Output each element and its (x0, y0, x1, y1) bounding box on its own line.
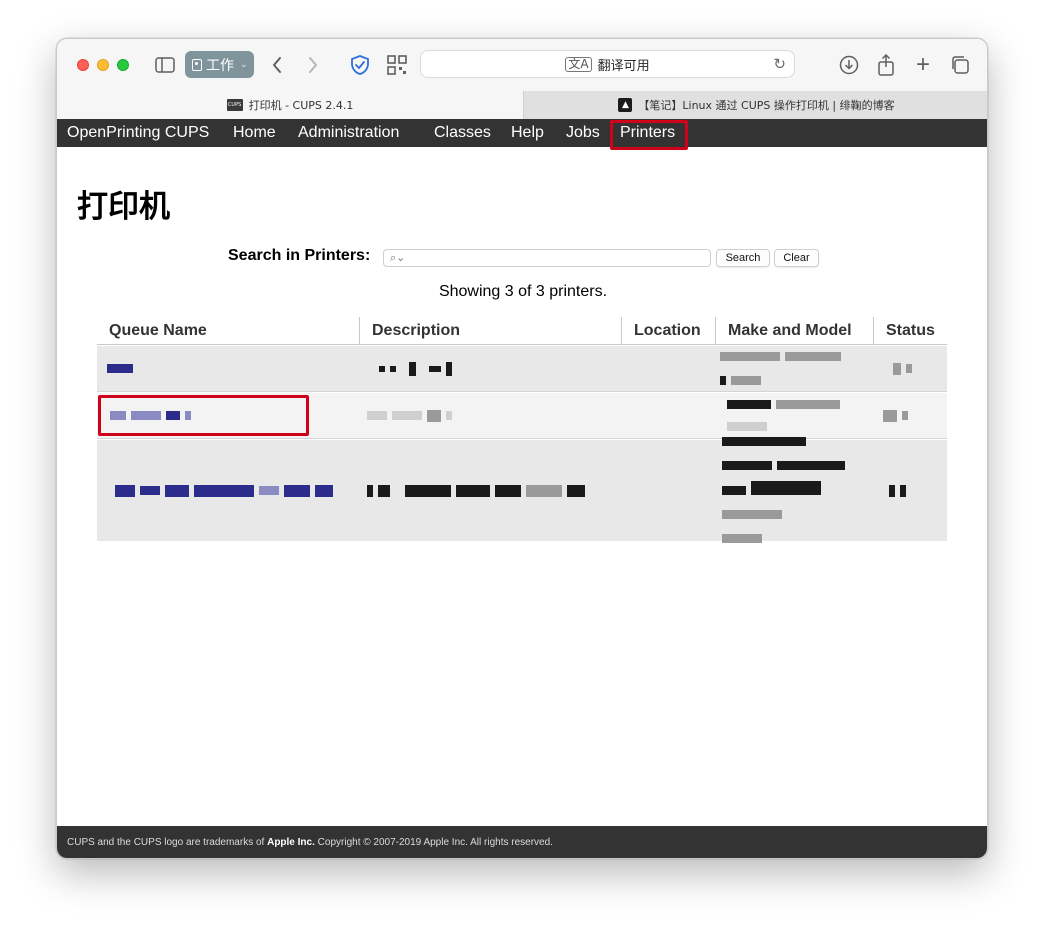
tab-cups-printers[interactable]: CUPS 打印机 - CUPS 2.4.1 (57, 91, 523, 119)
search-label: Search in Printers: (228, 247, 371, 264)
close-window-button[interactable] (77, 59, 89, 71)
column-status[interactable]: Status (874, 317, 947, 345)
back-icon[interactable] (265, 53, 289, 77)
shield-icon[interactable] (348, 53, 372, 77)
cups-nav-bar: OpenPrinting CUPS Home Administration Cl… (57, 119, 987, 147)
column-description[interactable]: Description (360, 317, 622, 345)
profile-icon (192, 58, 202, 71)
search-button[interactable]: Search (716, 249, 770, 267)
footer-prefix: CUPS and the CUPS logo are trademarks of (67, 837, 268, 848)
forward-icon[interactable] (301, 53, 325, 77)
nav-home[interactable]: Home (233, 119, 276, 147)
description-cell (367, 440, 590, 541)
tab-blog-note[interactable]: ▲ 【笔记】Linux 通过 CUPS 操作打印机 | 绯鞠的博客 (523, 91, 987, 119)
column-make-and-model[interactable]: Make and Model (716, 317, 874, 345)
table-row (97, 437, 947, 543)
queue-name-link[interactable] (115, 440, 338, 541)
tab-bar: CUPS 打印机 - CUPS 2.4.1 ▲ 【笔记】Linux 通过 CUP… (57, 91, 987, 119)
reload-icon[interactable]: ↻ (773, 55, 786, 73)
make-model-cell (727, 393, 845, 438)
profile-selector[interactable]: 工作 ⌄ (185, 51, 254, 78)
search-input[interactable]: ⌕⌄ (383, 249, 711, 267)
footer-suffix: Copyright © 2007-2019 Apple Inc. All rig… (314, 837, 553, 848)
profile-label: 工作 (206, 57, 234, 74)
chevron-down-icon: ⌄ (240, 59, 248, 70)
column-queue-name[interactable]: Queue Name (97, 317, 360, 345)
address-text: 翻译可用 (597, 58, 650, 74)
status-cell (889, 440, 911, 541)
cups-favicon-icon: CUPS (226, 99, 243, 111)
nav-classes[interactable]: Classes (434, 119, 491, 147)
browser-toolbar: 工作 ⌄ 文A 翻译可用 ↻ + (57, 39, 987, 91)
column-location[interactable]: Location (622, 317, 716, 345)
description-cell (367, 393, 457, 438)
page-title: 打印机 (77, 189, 170, 225)
queue-name-link[interactable] (110, 393, 196, 438)
browser-window: 工作 ⌄ 文A 翻译可用 ↻ + CUPS 打印机 - CUPS 2.4.1 ▲… (56, 38, 988, 859)
status-cell (883, 393, 913, 438)
clear-button[interactable]: Clear (774, 249, 819, 267)
tab-overview-icon[interactable] (948, 53, 972, 77)
make-model-cell (720, 346, 846, 391)
zoom-window-button[interactable] (117, 59, 129, 71)
share-icon[interactable] (874, 53, 898, 77)
nav-printers[interactable]: Printers (620, 119, 675, 147)
table-row (97, 346, 947, 392)
status-cell (893, 346, 917, 391)
minimize-window-button[interactable] (97, 59, 109, 71)
nav-administration[interactable]: Administration (298, 119, 399, 147)
make-model-cell (722, 437, 850, 543)
download-icon[interactable] (837, 53, 861, 77)
queue-name-link[interactable] (107, 346, 138, 391)
page-footer: CUPS and the CUPS logo are trademarks of… (57, 826, 987, 858)
tab-label: 打印机 - CUPS 2.4.1 (248, 99, 354, 112)
translate-icon[interactable]: 文A (565, 56, 592, 72)
tab-label: 【笔记】Linux 通过 CUPS 操作打印机 | 绯鞠的博客 (638, 99, 895, 112)
blog-favicon-icon: ▲ (618, 98, 633, 112)
description-cell (379, 346, 457, 391)
new-tab-icon[interactable]: + (911, 51, 935, 78)
sidebar-toggle-icon[interactable] (153, 53, 177, 77)
address-bar[interactable]: 文A 翻译可用 ↻ (420, 50, 795, 78)
nav-help[interactable]: Help (511, 119, 544, 147)
search-icon: ⌕⌄ (390, 252, 406, 264)
qr-code-icon[interactable] (385, 53, 409, 77)
table-row (97, 393, 947, 439)
nav-openprinting-cups[interactable]: OpenPrinting CUPS (67, 119, 209, 147)
footer-apple-link[interactable]: Apple Inc. (267, 837, 315, 848)
showing-count: Showing 3 of 3 printers. (438, 283, 608, 300)
nav-jobs[interactable]: Jobs (566, 119, 600, 147)
